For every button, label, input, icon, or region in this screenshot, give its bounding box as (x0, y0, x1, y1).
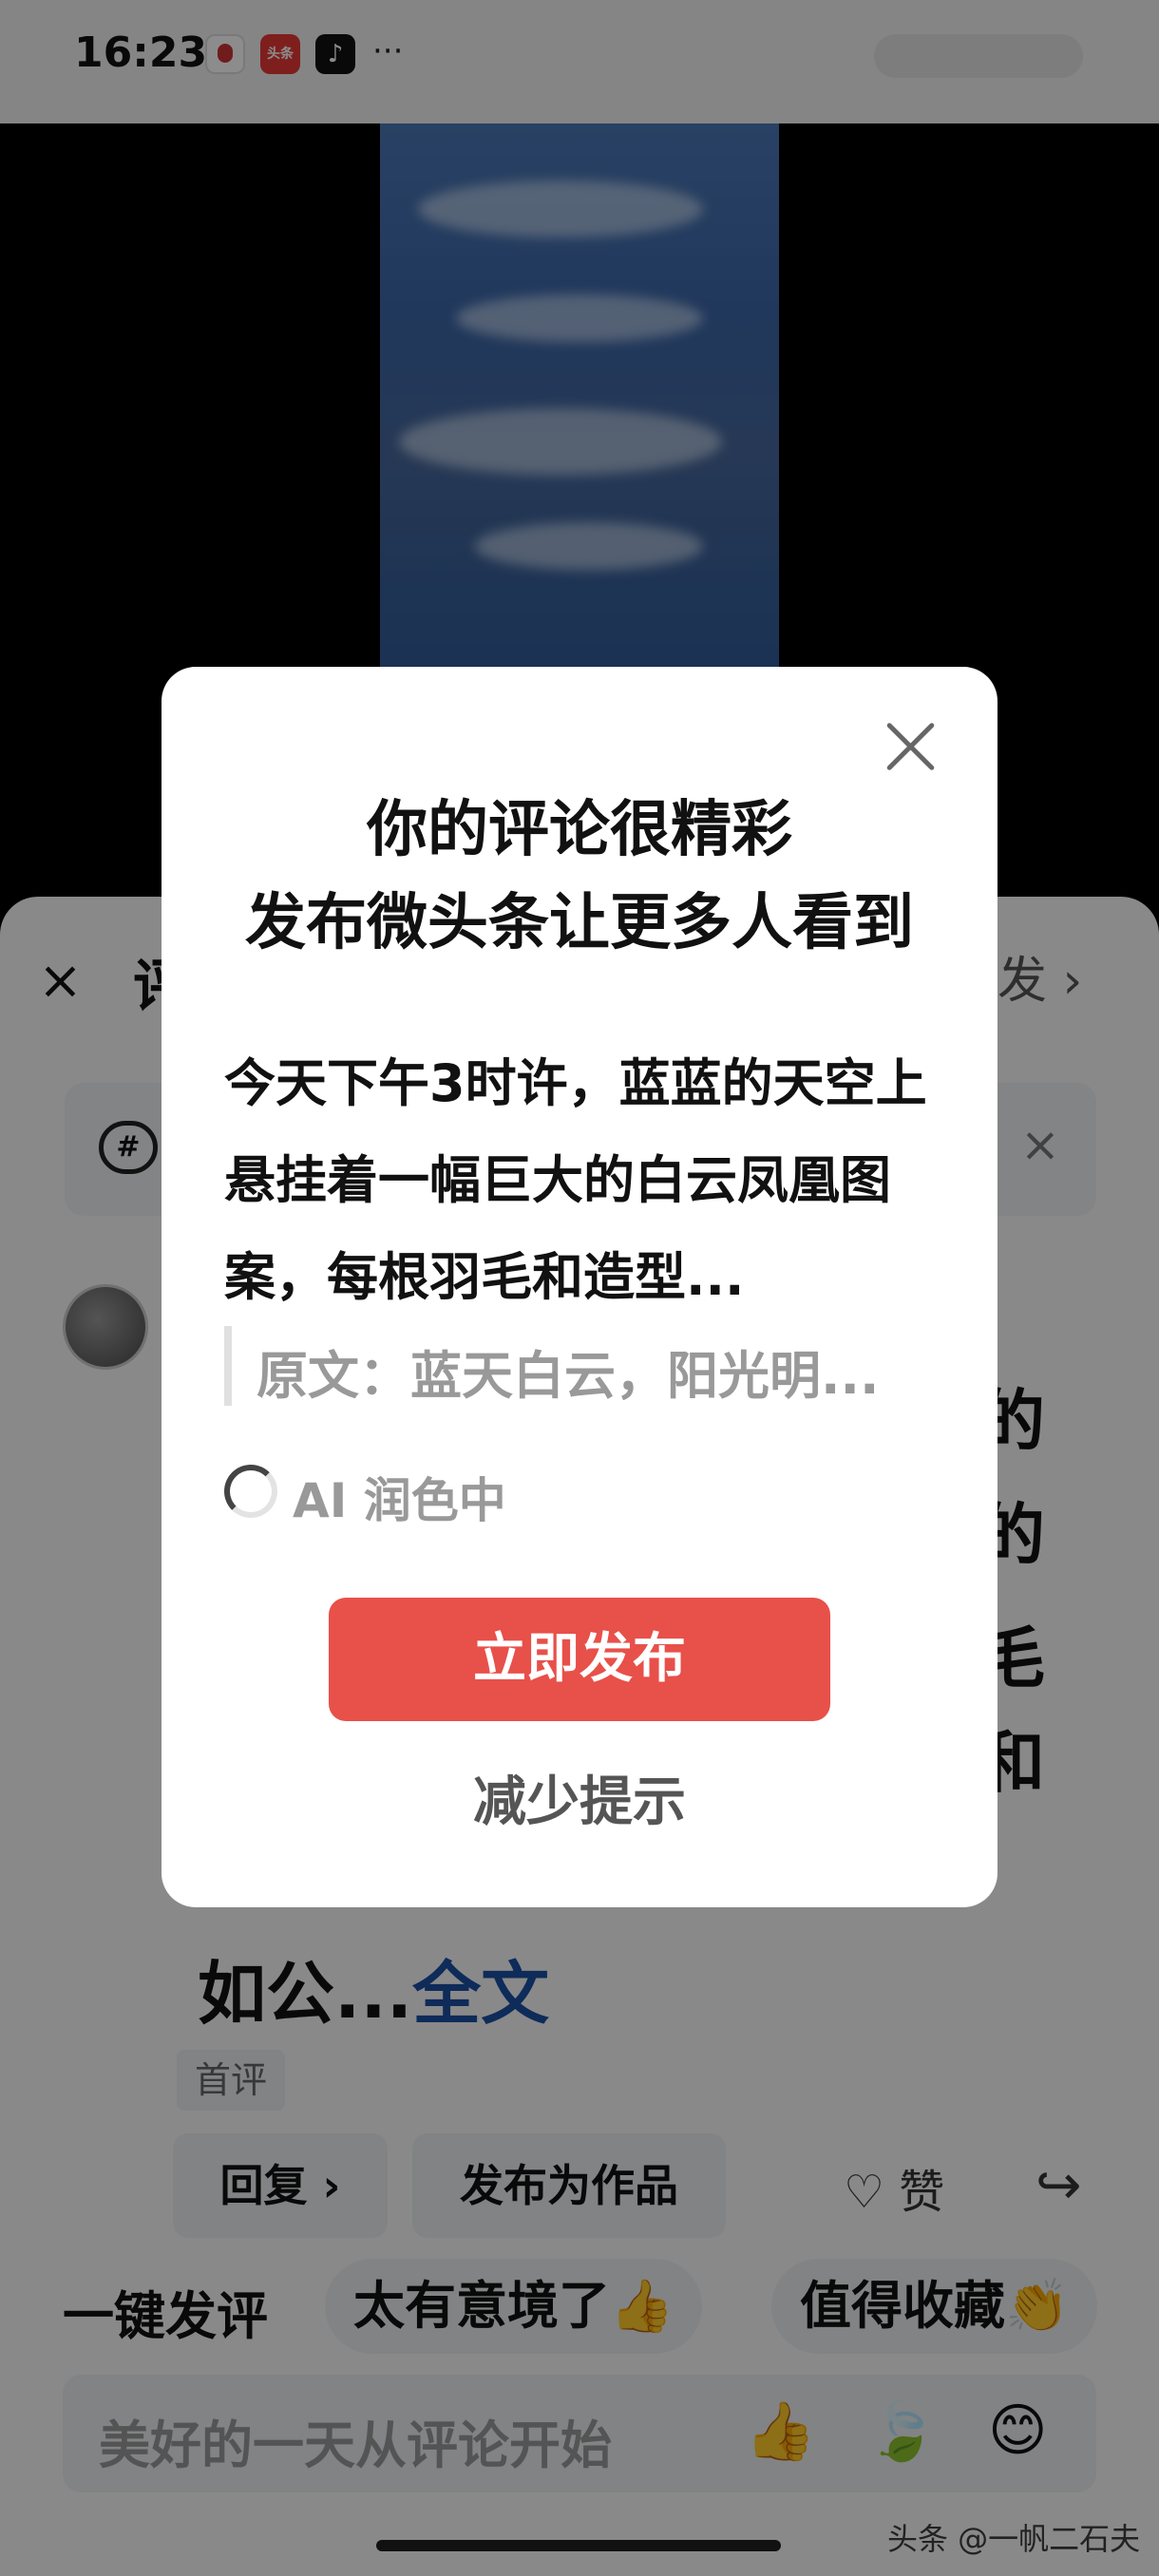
home-indicator[interactable] (376, 2540, 781, 2551)
watermark: 头条 @一帆二石夫 (887, 2521, 1141, 2557)
dialog-title-line1: 你的评论很精彩 (367, 795, 792, 865)
original-text: 原文：蓝天白云，阳光明... (256, 1346, 880, 1406)
publish-now-button[interactable]: 立即发布 (329, 1598, 830, 1721)
reduce-prompts-button[interactable]: 减少提示 (162, 1759, 998, 1836)
dialog-body-text: 今天下午3时许，蓝蓝的天空上悬挂着一幅巨大的白云凤凰图案，每根羽毛和造型... (224, 1053, 927, 1307)
dialog-close-icon[interactable] (878, 714, 942, 779)
loading-spinner-icon (224, 1465, 277, 1518)
quote-divider (224, 1326, 232, 1406)
dialog-title-line2: 发布微头条让更多人看到 (245, 888, 914, 958)
ai-status-text: AI 润色中 (293, 1473, 506, 1528)
